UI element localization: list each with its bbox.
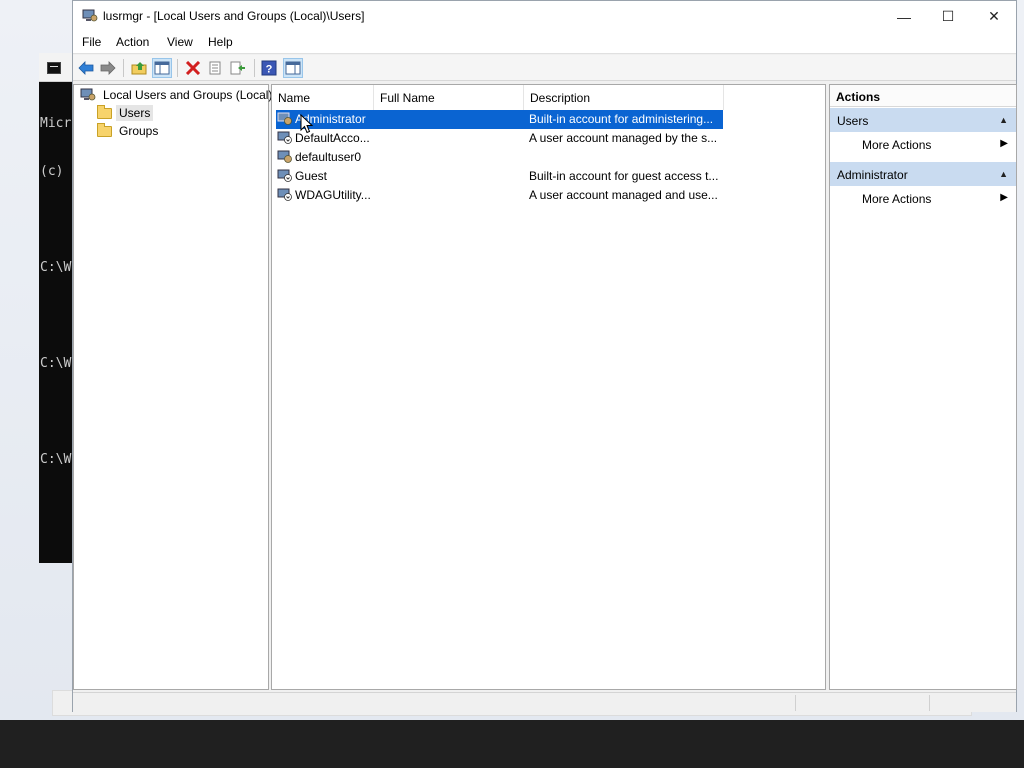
show-hide-console-tree-button[interactable] — [152, 58, 172, 78]
actions-group-administrator[interactable]: Administrator ▲ — [830, 162, 1016, 186]
menu-help[interactable]: Help — [208, 35, 233, 49]
submenu-arrow-icon: ▶ — [1000, 138, 1008, 149]
close-button[interactable]: ✕ — [971, 1, 1017, 32]
toolbar-separator — [123, 59, 124, 77]
folder-icon — [97, 122, 112, 137]
export-list-button[interactable] — [228, 58, 248, 78]
toolbar: ? — [73, 55, 1016, 81]
collapse-icon: ▲ — [999, 115, 1008, 125]
toolbar-separator — [254, 59, 255, 77]
submenu-arrow-icon: ▶ — [1000, 192, 1008, 203]
window-title: lusrmgr - [Local Users and Groups (Local… — [103, 9, 365, 23]
console-line: C:\W — [40, 260, 72, 275]
column-header-description[interactable]: Description — [524, 85, 724, 110]
collapse-icon: ▲ — [999, 169, 1008, 179]
table-row[interactable]: Administrator Built-in account for admin… — [276, 110, 723, 129]
show-hide-action-pane-icon — [285, 61, 301, 75]
action-label: More Actions — [862, 192, 932, 206]
status-bar — [73, 692, 1016, 712]
minimize-icon: — — [897, 8, 911, 25]
delete-icon — [185, 61, 201, 75]
actions-pane: Actions Users ▲ More Actions ▶ Administr… — [829, 84, 1017, 690]
forward-arrow-icon — [100, 61, 116, 75]
column-header-full-name[interactable]: Full Name — [374, 85, 524, 110]
user-icon — [277, 188, 292, 201]
show-hide-action-pane-button[interactable] — [283, 58, 303, 78]
user-description: Built-in account for guest access t... — [529, 169, 719, 183]
minimize-button[interactable]: — — [881, 1, 927, 32]
help-button[interactable]: ? — [259, 58, 279, 78]
svg-text:?: ? — [266, 64, 273, 76]
table-row[interactable]: defaultuser0 — [276, 148, 723, 167]
actions-title: Actions — [830, 85, 1016, 107]
back-arrow-icon — [78, 61, 94, 75]
status-divider — [795, 695, 796, 711]
column-header-name[interactable]: Name — [272, 85, 374, 110]
help-icon: ? — [261, 60, 277, 76]
delete-button[interactable] — [183, 58, 203, 78]
folder-icon — [97, 104, 112, 119]
console-line: Micr — [40, 116, 72, 131]
tree-item-label: Users — [116, 105, 154, 121]
console-line: (c) — [40, 164, 64, 179]
mouse-pointer-icon — [300, 114, 314, 134]
show-hide-tree-icon — [154, 61, 170, 75]
computer-users-icon — [80, 88, 96, 101]
table-row[interactable]: Guest Built-in account for guest access … — [276, 167, 723, 186]
menu-action[interactable]: Action — [116, 35, 149, 49]
toolbar-separator — [177, 59, 178, 77]
user-icon — [277, 150, 292, 163]
user-description: Built-in account for administering... — [529, 112, 714, 126]
actions-group-users[interactable]: Users ▲ — [830, 108, 1016, 132]
status-divider — [929, 695, 930, 711]
tree-item-label: Groups — [119, 124, 159, 138]
console-output: Micr (c) C:\W C:\W C:\W — [40, 84, 71, 500]
user-name: WDAGUtility... — [295, 188, 371, 202]
user-description: A user account managed by the s... — [529, 131, 718, 145]
taskbar — [0, 720, 1024, 768]
lusrmgr-window: lusrmgr - [Local Users and Groups (Local… — [72, 0, 1017, 712]
action-label: More Actions — [862, 138, 932, 152]
users-list: Name Full Name Description Administrator… — [271, 84, 826, 690]
tree-item-groups[interactable]: Groups — [97, 122, 161, 140]
properties-button[interactable] — [205, 58, 225, 78]
console-icon — [47, 62, 61, 74]
console-line: C:\W — [40, 356, 72, 371]
table-row[interactable]: WDAGUtility... A user account managed an… — [276, 186, 723, 205]
actions-group-label: Administrator — [837, 168, 908, 182]
back-button[interactable] — [76, 58, 96, 78]
menu-bar: File Action View Help — [73, 32, 1016, 54]
up-one-level-button[interactable] — [129, 58, 149, 78]
user-description: A user account managed and use... — [529, 188, 718, 202]
console-line: C:\W — [40, 452, 72, 467]
user-name: defaultuser0 — [295, 150, 362, 164]
titlebar[interactable]: lusrmgr - [Local Users and Groups (Local… — [73, 1, 1016, 32]
user-icon — [277, 112, 292, 125]
tree-root-local-users-and-groups[interactable]: Local Users and Groups (Local) — [80, 86, 275, 104]
user-icon — [277, 169, 292, 182]
properties-icon — [209, 61, 221, 75]
close-icon: ✕ — [988, 8, 1000, 24]
menu-view[interactable]: View — [167, 35, 193, 49]
console-tree: Local Users and Groups (Local) Users Gro… — [73, 84, 272, 690]
more-actions-administrator[interactable]: More Actions ▶ — [830, 188, 1016, 210]
menu-file[interactable]: File — [82, 35, 101, 49]
table-row[interactable]: DefaultAcco... A user account managed by… — [276, 129, 723, 148]
up-folder-icon — [131, 62, 147, 75]
tree-item-label: Local Users and Groups (Local) — [103, 88, 273, 102]
actions-group-label: Users — [837, 114, 869, 128]
export-list-icon — [230, 61, 245, 75]
maximize-icon: ☐ — [941, 8, 955, 24]
maximize-button[interactable]: ☐ — [925, 1, 971, 32]
user-name: Guest — [295, 169, 328, 183]
forward-button[interactable] — [98, 58, 118, 78]
more-actions-users[interactable]: More Actions ▶ — [830, 134, 1016, 156]
app-icon — [82, 9, 98, 22]
user-icon — [277, 131, 292, 144]
tree-item-users[interactable]: Users — [97, 104, 154, 122]
